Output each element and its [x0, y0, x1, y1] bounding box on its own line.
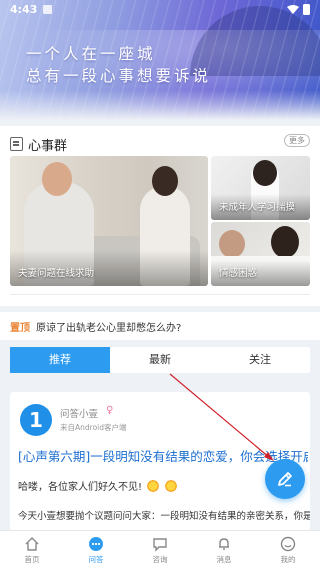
profile-icon [280, 536, 296, 552]
greeting-text: 哈喽，各位家人们好久不见! [18, 482, 143, 493]
nav-label: 问答 [88, 555, 104, 564]
group-tile-label: 未成年人学习揣摸 [219, 202, 296, 213]
post-title[interactable]: [心声第六期]一段明知没有结果的恋爱，你会选择开启吗? [18, 446, 308, 465]
compose-button[interactable] [265, 459, 305, 499]
nav-qa[interactable]: 问答 [64, 531, 128, 570]
chat-icon [153, 538, 167, 552]
pencil-icon [278, 472, 292, 487]
pinned-notice[interactable]: 置顶 原谅了出轨老公心里却憋怎么办? [0, 312, 320, 340]
nav-profile[interactable]: 我的 [256, 531, 320, 570]
tab-recommended[interactable]: 推荐 [10, 347, 110, 373]
sun-icon [146, 478, 161, 493]
group-tile-label: 夫妻问题在线求助 [18, 268, 95, 279]
pinned-tag: 置顶 [10, 322, 30, 334]
sun-icon [164, 478, 179, 493]
notification-icon [43, 4, 53, 14]
nav-home[interactable]: 首页 [0, 531, 64, 570]
hero-slogan-line1: 一个人在一座城 [26, 45, 156, 63]
person-head [219, 230, 245, 258]
post-excerpt: 今天小壹想要抛个议题问问大家：一段明知没有结果的亲密关系，你是否会 [18, 511, 310, 522]
group-tile-label: 情感困惑 [219, 268, 258, 279]
divider [10, 294, 310, 295]
home-icon [25, 537, 39, 551]
nav-label: 咨询 [152, 555, 168, 564]
more-button[interactable]: 更多 [284, 134, 310, 147]
author-name[interactable]: 问答小壹 [60, 406, 98, 420]
woman-head [152, 166, 178, 196]
nav-label: 首页 [24, 555, 40, 564]
section-header: 心事群 [10, 134, 67, 154]
group-tile-emotions[interactable]: 情感困惑 [211, 222, 310, 286]
status-time: 4:43 [10, 2, 38, 16]
groups-card: 心事群 更多 夫妻问题在线求助 未成年人学习揣摸 情感困惑 [0, 126, 320, 306]
bell-icon [219, 538, 229, 550]
pinned-text: 原谅了出轨老公心里却憋怎么办? [36, 322, 182, 334]
hero-slogan-line2: 总有一段心事想要诉说 [26, 67, 212, 85]
female-icon: ♀ [106, 405, 114, 416]
nav-label: 消息 [216, 555, 232, 564]
status-bar: 4:43 [0, 0, 320, 18]
group-tile-couples[interactable]: 夫妻问题在线求助 [10, 156, 208, 286]
avatar[interactable]: 1 [20, 404, 52, 436]
wifi-icon [287, 4, 299, 14]
post-source: 来自Android客户端 [60, 423, 127, 432]
tab-latest[interactable]: 最新 [110, 347, 210, 373]
tab-following[interactable]: 关注 [210, 347, 310, 373]
nav-label: 我的 [280, 555, 296, 564]
girl-head [253, 160, 277, 186]
post-greeting: 哈喽，各位家人们好久不见! [18, 478, 179, 493]
bottom-nav: 首页 问答 咨询 消息 我的 [0, 530, 320, 570]
battery-icon [303, 3, 310, 15]
group-tile-teens[interactable]: 未成年人学习揣摸 [211, 156, 310, 220]
hero-fade [0, 90, 320, 120]
person-head [271, 226, 299, 258]
section-title: 心事群 [28, 138, 68, 154]
man-head [42, 162, 72, 196]
feed-tabs: 推荐 最新 关注 [10, 347, 310, 373]
post-card[interactable]: 1 问答小壹 ♀ 来自Android客户端 [心声第六期]一段明知没有结果的恋爱… [10, 392, 310, 530]
document-icon [10, 137, 23, 151]
nav-messages[interactable]: 消息 [192, 531, 256, 570]
nav-consult[interactable]: 咨询 [128, 531, 192, 570]
qa-icon [89, 537, 103, 551]
